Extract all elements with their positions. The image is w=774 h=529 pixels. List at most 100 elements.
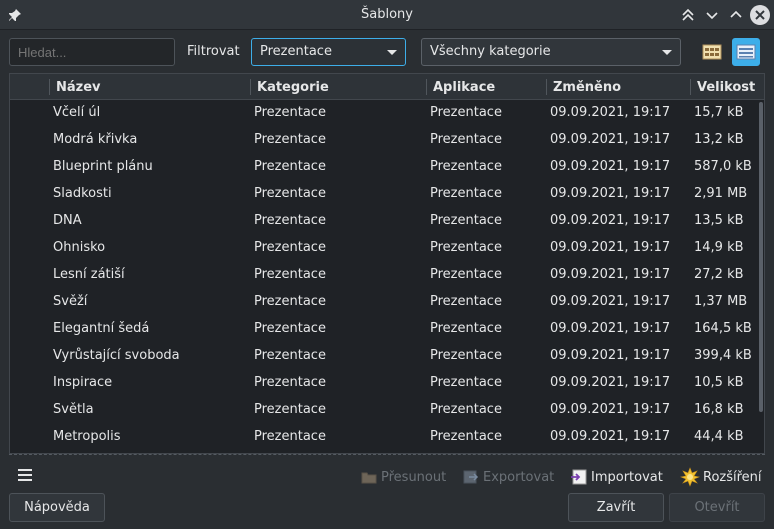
cell-size: 1,37 MB [694,294,748,309]
menu-icon[interactable] [18,469,32,481]
cell-application: Prezentace [430,375,502,390]
import-icon [571,469,587,485]
help-button[interactable]: Nápověda [9,493,105,522]
table-row[interactable]: Blueprint plánu Prezentace Prezentace 09.09… [10,154,756,181]
filter-label: Filtrovat [187,44,240,59]
cell-name: Vyrůstající svoboda [53,348,180,363]
maximize-icon[interactable] [727,6,745,24]
cell-size: 44,4 kB [694,429,744,444]
table-row[interactable]: Elegantní šedá Prezentace Prezentace 09.09.… [10,316,756,343]
cell-modified: 09.09.2021, 19:17 [550,294,671,309]
cell-name: Svěží [53,294,88,309]
cell-category: Prezentace [254,402,326,417]
window-title: Šablony [361,7,413,22]
cell-application: Prezentace [430,105,502,120]
cell-category: Prezentace [254,294,326,309]
icon-view-button[interactable] [698,38,726,66]
chevron-down-icon [662,50,672,55]
search-input[interactable] [9,38,175,66]
extensions-label: Rozšíření [703,469,762,485]
table-row[interactable]: Světla Prezentace Prezentace 09.09.2021, 19… [10,397,756,424]
cell-modified: 09.09.2021, 19:17 [550,159,671,174]
minimize-icon[interactable] [703,6,721,24]
column-header-name[interactable]: Název [56,80,101,95]
table-row[interactable]: Ohnisko Prezentace Prezentace 09.09.2021, 1… [10,235,756,262]
cell-modified: 09.09.2021, 19:17 [550,132,671,147]
column-header-size[interactable]: Velikost [697,80,755,95]
templates-table[interactable]: Název Kategorie Aplikace Změněno Velikos… [9,73,765,454]
cell-name: Blueprint plánu [53,159,153,174]
column-separator [426,79,427,95]
cell-size: 399,4 kB [694,348,752,363]
cell-size: 13,5 kB [694,213,744,228]
table-row[interactable]: Metropolis Prezentace Prezentace 09.09.2021… [10,424,756,451]
cell-category: Prezentace [254,348,326,363]
cell-name: Světla [53,402,94,417]
cell-category: Prezentace [254,105,326,120]
cell-name: Modrá křivka [53,132,138,147]
open-button[interactable]: Otevřít [669,493,765,522]
cell-size: 14,9 kB [694,240,744,255]
cell-application: Prezentace [430,159,502,174]
cell-name: Sladkosti [53,186,112,201]
cell-application: Prezentace [430,213,502,228]
scrollbar-thumb[interactable] [759,102,763,412]
table-row[interactable]: Sladkosti Prezentace Prezentace 09.09.2021,… [10,181,756,208]
extensions-button[interactable]: Rozšíření [680,466,762,488]
filter-select-value: Prezentace [260,44,332,59]
move-button[interactable]: Přesunout [360,466,446,488]
cell-application: Prezentace [430,429,502,444]
cell-size: 16,8 kB [694,402,744,417]
vertical-scrollbar[interactable] [759,100,764,453]
import-button[interactable]: Importovat [570,466,663,488]
cell-size: 10,5 kB [694,375,744,390]
column-header-modified[interactable]: Změněno [553,80,621,95]
export-button[interactable]: Exportovat [462,466,554,488]
column-separator [250,79,251,95]
close-window-button[interactable] [750,5,770,25]
column-header-application[interactable]: Aplikace [433,80,495,95]
cell-name: Včelí úl [53,105,101,120]
table-row[interactable]: Lesní zátiší Prezentace Prezentace 09.09.20… [10,262,756,289]
cell-name: Elegantní šedá [53,321,150,336]
list-view-button[interactable] [732,38,760,66]
column-separator [546,79,547,95]
cell-application: Prezentace [430,132,502,147]
cell-category: Prezentace [254,240,326,255]
cell-modified: 09.09.2021, 19:17 [550,429,671,444]
cell-size: 15,7 kB [694,105,744,120]
table-row[interactable]: Vyrůstající svoboda Prezentace Prezentace 0… [10,343,756,370]
keep-above-icon[interactable] [679,6,697,24]
cell-size: 164,5 kB [694,321,752,336]
cell-name: Metropolis [53,429,121,444]
import-label: Importovat [591,469,663,485]
cell-application: Prezentace [430,402,502,417]
table-row[interactable]: DNA Prezentace Prezentace 09.09.2021, 19:17… [10,208,756,235]
cell-modified: 09.09.2021, 19:17 [550,186,671,201]
move-label: Přesunout [381,469,447,485]
divider [9,454,765,455]
table-row[interactable]: Inspirace Prezentace Prezentace 09.09.2021,… [10,370,756,397]
column-header-category[interactable]: Kategorie [257,80,329,95]
cell-application: Prezentace [430,240,502,255]
extensions-icon [680,467,700,487]
cell-modified: 09.09.2021, 19:17 [550,105,671,120]
table-row[interactable]: Svěží Prezentace Prezentace 09.09.2021, 19:… [10,289,756,316]
cell-application: Prezentace [430,186,502,201]
filter-select[interactable]: Prezentace [251,38,406,66]
cell-application: Prezentace [430,294,502,309]
category-select[interactable]: Všechny kategorie [421,38,681,66]
cell-modified: 09.09.2021, 19:17 [550,321,671,336]
column-separator [49,79,50,95]
table-header: Název Kategorie Aplikace Změněno Velikos… [10,74,764,100]
table-row[interactable]: Včelí úl Prezentace Prezentace 09.09.2021, … [10,100,756,127]
table-row[interactable]: Modrá křivka Prezentace Prezentace 09.09.20… [10,127,756,154]
cell-category: Prezentace [254,132,326,147]
cell-category: Prezentace [254,213,326,228]
cell-application: Prezentace [430,321,502,336]
cell-name: Inspirace [53,375,113,390]
cell-name: DNA [53,213,82,228]
close-button[interactable]: Zavřít [568,493,664,522]
cell-application: Prezentace [430,267,502,282]
export-label: Exportovat [483,469,555,485]
